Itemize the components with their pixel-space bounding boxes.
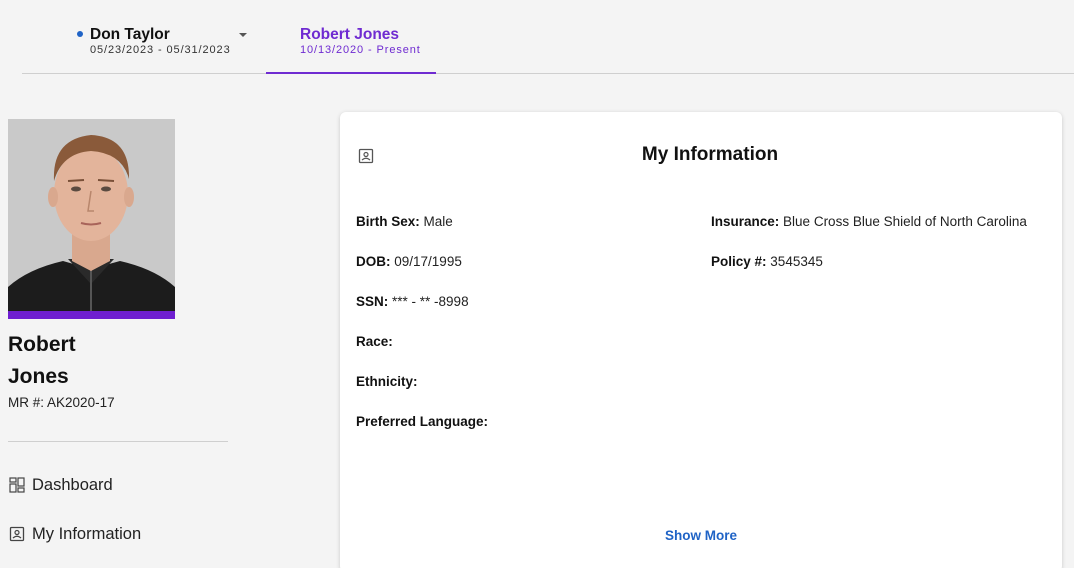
- chevron-down-icon[interactable]: [239, 33, 247, 37]
- mr-value: AK2020-17: [47, 395, 115, 410]
- field-label: Race:: [356, 334, 393, 349]
- patient-tabbar: Don Taylor 05/23/2023 - 05/31/2023 Rober…: [22, 0, 1074, 74]
- field-policy-number: Policy #: 3545345: [711, 254, 823, 269]
- my-information-card: My Information Birth Sex: Male DOB: 09/1…: [340, 112, 1062, 568]
- card-title: My Information: [641, 144, 779, 165]
- tab-dates: 05/23/2023 - 05/31/2023: [90, 44, 231, 56]
- field-value: Male: [423, 214, 453, 229]
- status-dot-icon: [77, 31, 83, 37]
- tab-robert-jones[interactable]: Robert Jones 10/13/2020 - Present: [266, 0, 436, 74]
- field-race: Race:: [356, 334, 393, 349]
- tab-don-taylor[interactable]: Don Taylor 05/23/2023 - 05/31/2023: [66, 0, 266, 74]
- nav-item-dashboard[interactable]: Dashboard: [8, 473, 113, 497]
- divider: [8, 441, 228, 442]
- patient-first-name: Robert: [8, 333, 76, 356]
- dashboard-icon: [8, 476, 26, 494]
- photo-accent-bar: [8, 311, 175, 319]
- tab-name: Robert Jones: [300, 26, 400, 43]
- avatar: [8, 119, 175, 319]
- nav-label: Dashboard: [32, 475, 113, 494]
- contact-card-icon: [8, 525, 26, 543]
- mr-label: MR #:: [8, 395, 45, 410]
- nav-item-my-information[interactable]: My Information: [8, 522, 141, 546]
- field-label: Policy #:: [711, 254, 767, 269]
- patient-last-name: Jones: [8, 365, 69, 388]
- patient-photo: [8, 119, 175, 319]
- field-label: Insurance:: [711, 214, 780, 229]
- nav-label: My Information: [32, 524, 142, 543]
- field-value: *** - ** -8998: [392, 294, 469, 309]
- field-preferred-language: Preferred Language:: [356, 414, 488, 429]
- medical-record-number: MR #: AK2020-17: [8, 395, 115, 410]
- show-more-button[interactable]: Show More: [340, 528, 1062, 543]
- field-label: Birth Sex:: [356, 214, 420, 229]
- tab-name: Don Taylor: [90, 26, 170, 43]
- field-insurance: Insurance: Blue Cross Blue Shield of Nor…: [711, 214, 1027, 229]
- field-value: Blue Cross Blue Shield of North Carolina: [783, 214, 1027, 229]
- field-ethnicity: Ethnicity:: [356, 374, 418, 389]
- field-label: Preferred Language:: [356, 414, 489, 429]
- field-label: Ethnicity:: [356, 374, 418, 389]
- field-label: DOB:: [356, 254, 391, 269]
- field-label: SSN:: [356, 294, 389, 309]
- tab-dates: 10/13/2020 - Present: [300, 44, 421, 56]
- field-value: 09/17/1995: [394, 254, 462, 269]
- field-birth-sex: Birth Sex: Male: [356, 214, 453, 229]
- field-ssn: SSN: *** - ** -8998: [356, 294, 469, 309]
- field-dob: DOB: 09/17/1995: [356, 254, 462, 269]
- field-value: 3545345: [770, 254, 823, 269]
